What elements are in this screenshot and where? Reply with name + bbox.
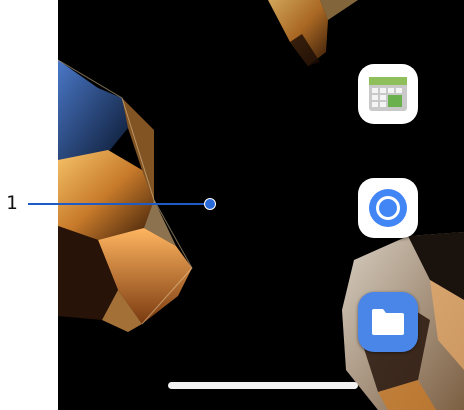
annotation-point [204,198,216,210]
annotation-leader-line [28,203,208,205]
android-home-screen [58,0,464,410]
annotation-label: 1 [6,192,18,214]
calendar-app-icon[interactable] [358,64,418,124]
chrome-app-icon[interactable] [358,178,418,238]
chrome-icon [369,189,407,227]
folder-icon [372,309,404,335]
calendar-grid-icon [369,77,407,111]
files-app-icon[interactable] [358,292,418,352]
home-gesture-bar[interactable] [168,382,358,389]
page: 1 [0,0,464,410]
